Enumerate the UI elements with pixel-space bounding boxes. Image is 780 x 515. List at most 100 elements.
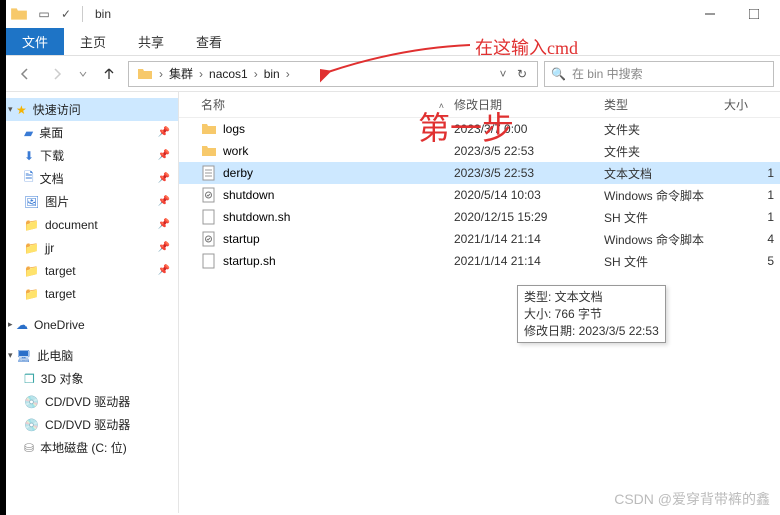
folder-icon: 📁 [24,241,39,255]
chevron-right-icon[interactable]: ▸ [8,319,13,330]
sidebar-item-cddvd[interactable]: 💿CD/DVD 驱动器 [6,413,178,436]
col-size[interactable]: 大小 [724,96,780,113]
tooltip-line: 修改日期: 2023/3/5 22:53 [524,323,659,340]
cube-icon: ❒ [24,372,35,386]
file-size: 4 [724,232,780,246]
chevron-right-icon[interactable]: › [284,67,292,81]
folder-icon [10,5,28,23]
file-row[interactable]: shutdown2020/5/14 10:03Windows 命令脚本1 [179,184,780,206]
sidebar-onedrive[interactable]: ▸☁OneDrive [6,313,178,336]
qat-item[interactable]: ✓ [56,4,76,24]
drive-icon: ⛁ [24,441,34,455]
sidebar: ▾ ★ 快速访问 ▰桌面📌 ⬇下载📌 🗎文档📌 🖼图片📌 📁document📌 … [6,92,179,513]
file-size: 1 [724,210,780,224]
annotation-text: 第一步 [418,103,514,149]
sidebar-quick-access[interactable]: ▾ ★ 快速访问 [6,98,178,121]
file-type: 文本文档 [604,165,724,182]
pin-icon: 📌 [158,242,170,253]
file-type: SH 文件 [604,209,724,226]
file-row[interactable]: startup 2021/1/14 21:14Windows 命令脚本4 [179,228,780,250]
breadcrumb[interactable]: nacos1 [205,67,252,81]
sidebar-item-drive[interactable]: ⛁本地磁盘 (C: 位) [6,436,178,459]
qat-item[interactable]: ▭ [34,4,54,24]
sidebar-item-folder[interactable]: 📁document📌 [6,213,178,236]
desktop-icon: ▰ [24,126,33,140]
separator [82,6,83,22]
file-name: logs [223,122,245,136]
sidebar-item-desktop[interactable]: ▰桌面📌 [6,121,178,144]
folder-icon [137,66,153,82]
folder-icon: 📁 [24,264,39,278]
breadcrumb[interactable]: 集群 [165,65,197,82]
forward-button[interactable] [44,61,70,87]
file-type: Windows 命令脚本 [604,187,724,204]
file-type: 文件夹 [604,121,724,138]
chevron-down-icon[interactable]: ▾ [8,350,13,361]
chevron-right-icon[interactable]: › [197,67,205,81]
tab-file[interactable]: 文件 [6,28,64,55]
file-name: derby [223,166,253,180]
tooltip-line: 类型: 文本文档 [524,289,659,306]
address-bar[interactable]: › 集群 › nacos1 › bin › ˅ ↻ [128,61,538,87]
file-name: startup [223,232,260,246]
cmd-icon [201,187,217,203]
file-name: work [223,144,248,158]
minimize-button[interactable] [688,0,732,28]
pc-icon: 🖥 [16,349,31,363]
sidebar-item-pictures[interactable]: 🖼图片📌 [6,190,178,213]
up-button[interactable] [96,61,122,87]
refresh-button[interactable]: ↻ [511,67,533,81]
breadcrumb[interactable]: bin [260,67,284,81]
folder-icon: 📁 [24,287,39,301]
pin-icon: 📌 [158,173,170,184]
sidebar-item-folder[interactable]: 📁jjr📌 [6,236,178,259]
col-name[interactable]: 名称˄ [179,96,454,113]
chevron-down-icon[interactable]: ▾ [8,104,13,115]
folder-icon [201,143,217,159]
maximize-button[interactable] [732,0,776,28]
disc-icon: 💿 [24,418,39,432]
tab-home[interactable]: 主页 [64,28,122,55]
sidebar-item-downloads[interactable]: ⬇下载📌 [6,144,178,167]
file-date: 2020/5/14 10:03 [454,188,604,202]
chevron-right-icon[interactable]: › [157,67,165,81]
window-title: bin [95,7,688,21]
sidebar-this-pc[interactable]: ▾🖥此电脑 [6,344,178,367]
file-row[interactable]: shutdown.sh2020/12/15 15:29SH 文件1 [179,206,780,228]
recent-dropdown[interactable] [76,61,90,87]
tab-view[interactable]: 查看 [180,28,238,55]
cmd-icon [201,231,217,247]
sidebar-item-3d[interactable]: ❒3D 对象 [6,367,178,390]
back-button[interactable] [12,61,38,87]
pin-icon: 📌 [158,127,170,138]
search-input[interactable]: 🔍 在 bin 中搜索 [544,61,774,87]
file-date: 2021/1/14 21:14 [454,232,604,246]
file-size: 1 [724,188,780,202]
pin-icon: 📌 [158,196,170,207]
file-row[interactable]: startup.sh2021/1/14 21:14SH 文件5 [179,250,780,272]
col-type[interactable]: 类型 [604,96,724,113]
dropdown-button[interactable]: ˅ [495,61,511,87]
txt-icon [201,165,217,181]
sidebar-item-folder[interactable]: 📁target [6,282,178,305]
sidebar-item-label: 快速访问 [33,101,81,118]
file-row[interactable]: derby2023/3/5 22:53文本文档1 [179,162,780,184]
tooltip-line: 大小: 766 字节 [524,306,659,323]
folder-icon [201,121,217,137]
picture-icon: 🖼 [24,195,39,209]
pin-icon: 📌 [158,265,170,276]
download-icon: ⬇ [24,149,34,163]
disc-icon: 💿 [24,395,39,409]
sidebar-item-folder[interactable]: 📁target📌 [6,259,178,282]
ribbon: 文件 主页 共享 查看 [6,28,780,56]
chevron-right-icon[interactable]: › [252,67,260,81]
file-size: 5 [724,254,780,268]
file-type: SH 文件 [604,253,724,270]
file-type: 文件夹 [604,143,724,160]
sidebar-item-cddvd[interactable]: 💿CD/DVD 驱动器 [6,390,178,413]
annotation-text: 在这输入cmd [475,34,578,60]
file-icon [201,253,217,269]
sidebar-item-documents[interactable]: 🗎文档📌 [6,167,178,190]
tab-share[interactable]: 共享 [122,28,180,55]
file-type: Windows 命令脚本 [604,231,724,248]
